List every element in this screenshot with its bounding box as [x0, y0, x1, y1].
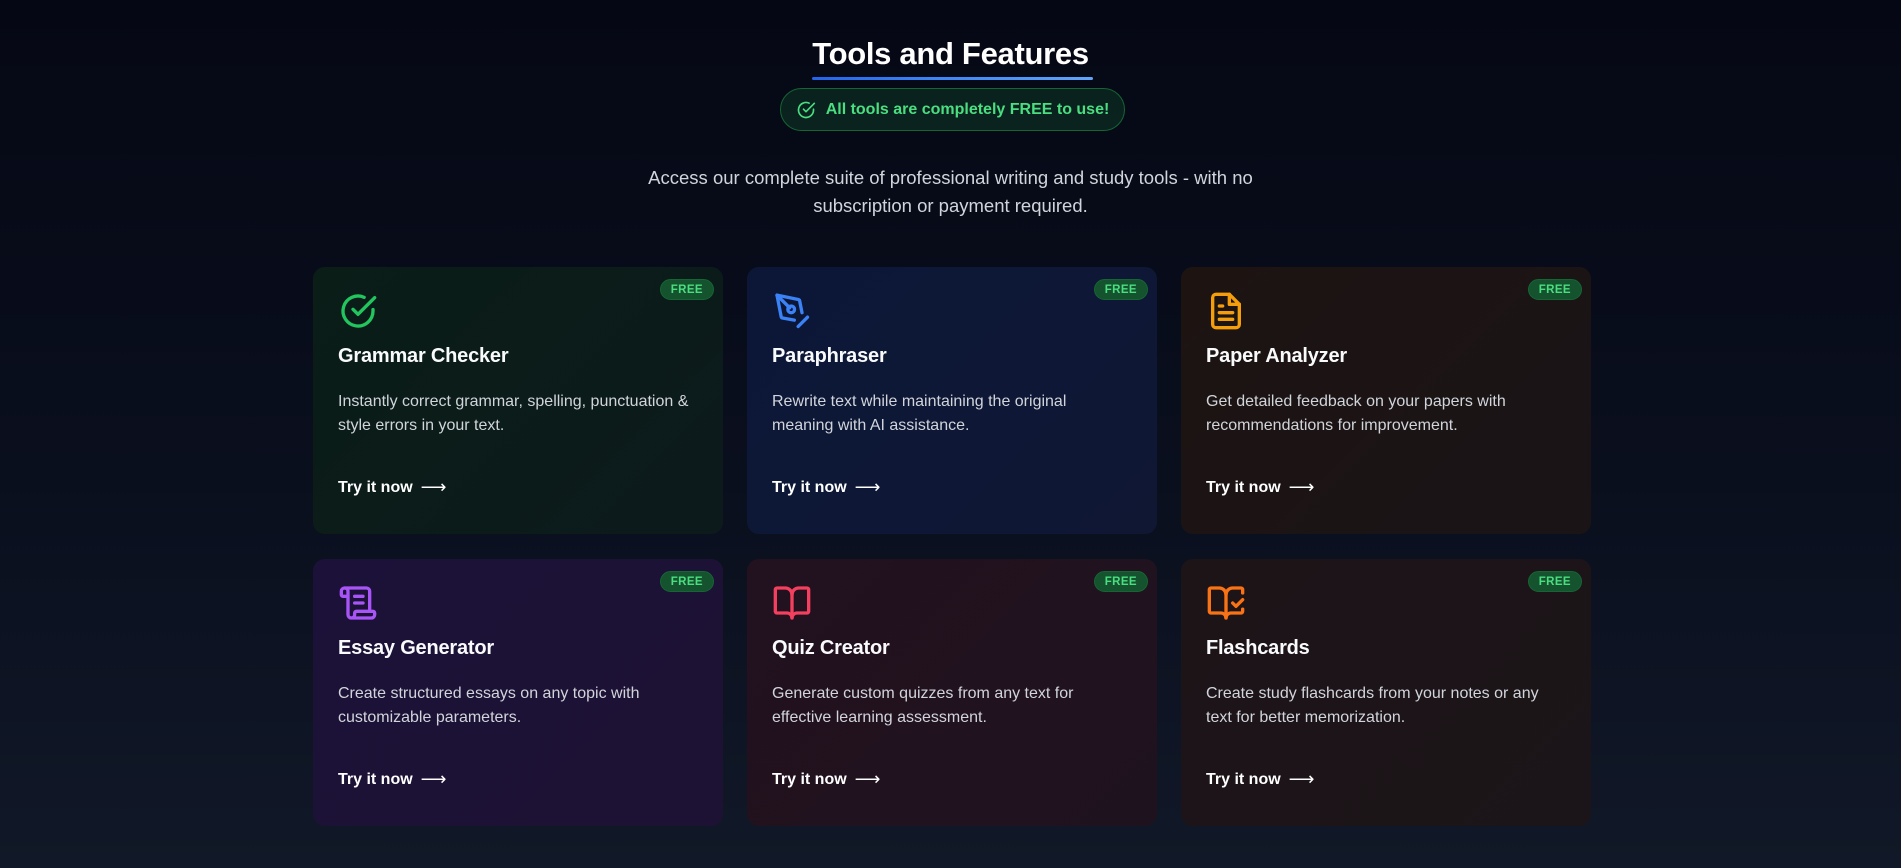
arrow-right-icon: ⟶	[420, 769, 447, 789]
tool-title: Paraphraser	[772, 345, 887, 367]
free-banner: All tools are completely FREE to use!	[780, 88, 1125, 131]
tool-description: Get detailed feedback on your papers wit…	[1206, 393, 1506, 434]
scroll-icon	[338, 583, 378, 623]
free-badge: FREE	[1093, 571, 1148, 592]
cta-label: Try it now	[772, 770, 847, 788]
check-circle-icon	[338, 291, 378, 331]
try-it-now-link[interactable]: Try it now ⟶	[1206, 769, 1314, 790]
cta-label: Try it now	[338, 770, 413, 788]
book-check-icon	[1206, 583, 1246, 623]
free-banner-text: All tools are completely FREE to use!	[825, 100, 1110, 118]
arrow-right-icon: ⟶	[1288, 769, 1315, 789]
try-it-now-link[interactable]: Try it now ⟶	[772, 769, 880, 790]
tool-title: Paper Analyzer	[1206, 345, 1347, 367]
free-badge: FREE	[1527, 279, 1582, 300]
tool-title: Grammar Checker	[338, 345, 509, 367]
free-badge: FREE	[1527, 571, 1582, 592]
free-badge: FREE	[659, 571, 714, 592]
cta-label: Try it now	[1206, 478, 1281, 496]
free-badge: FREE	[659, 279, 714, 300]
check-circle-icon	[797, 101, 815, 118]
arrow-right-icon: ⟶	[854, 477, 881, 497]
cta-label: Try it now	[338, 478, 413, 496]
pen-nib-icon	[772, 291, 812, 331]
tool-card-essay-generator[interactable]: FREE Essay Generator Create structured e…	[313, 559, 723, 826]
try-it-now-link[interactable]: Try it now ⟶	[338, 477, 446, 498]
tool-card-grammar-checker[interactable]: FREE Grammar Checker Instantly correct g…	[313, 267, 723, 534]
tool-description: Generate custom quizzes from any text fo…	[772, 685, 1074, 726]
tool-card-paraphraser[interactable]: FREE Paraphraser Rewrite text while main…	[747, 267, 1157, 534]
cta-label: Try it now	[1206, 770, 1281, 788]
arrow-right-icon: ⟶	[854, 769, 881, 789]
tool-card-flashcards[interactable]: FREE Flashcards Create study flashcards …	[1181, 559, 1591, 826]
tool-title: Flashcards	[1206, 637, 1310, 659]
tools-section: Tools and Features All tools are complet…	[0, 0, 1901, 868]
free-badge: FREE	[1093, 279, 1148, 300]
arrow-right-icon: ⟶	[420, 477, 447, 497]
section-title: Tools and Features	[812, 36, 1089, 71]
tool-description: Instantly correct grammar, spelling, pun…	[338, 393, 689, 434]
try-it-now-link[interactable]: Try it now ⟶	[772, 477, 880, 498]
try-it-now-link[interactable]: Try it now ⟶	[338, 769, 446, 790]
tool-description: Create structured essays on any topic wi…	[338, 685, 640, 726]
tool-card-quiz-creator[interactable]: FREE Quiz Creator Generate custom quizze…	[747, 559, 1157, 826]
tool-description: Rewrite text while maintaining the origi…	[772, 393, 1067, 434]
open-book-icon	[772, 583, 812, 623]
cta-label: Try it now	[772, 478, 847, 496]
document-icon	[1206, 291, 1246, 331]
tool-title: Essay Generator	[338, 637, 494, 659]
tool-description: Create study flashcards from your notes …	[1206, 685, 1539, 726]
title-underline	[812, 77, 1093, 80]
try-it-now-link[interactable]: Try it now ⟶	[1206, 477, 1314, 498]
section-subtitle: Access our complete suite of professiona…	[648, 167, 1253, 216]
tools-grid: FREE Grammar Checker Instantly correct g…	[313, 267, 1591, 826]
arrow-right-icon: ⟶	[1288, 477, 1315, 497]
tool-title: Quiz Creator	[772, 637, 890, 659]
tool-card-paper-analyzer[interactable]: FREE Paper Analyzer Get detailed feedbac…	[1181, 267, 1591, 534]
